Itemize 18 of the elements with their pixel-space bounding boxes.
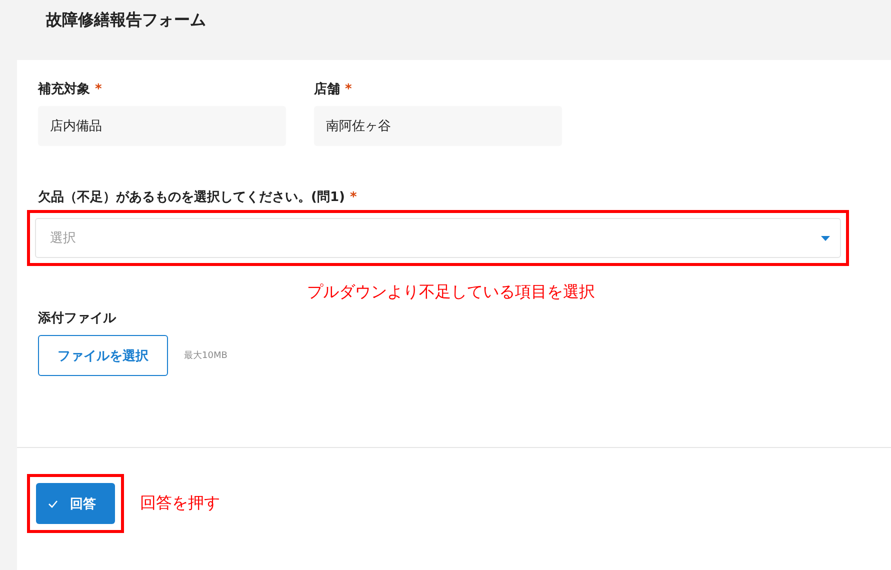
required-mark: * <box>345 82 352 96</box>
caret-icon <box>821 236 830 240</box>
readonly-field: 南阿佐ヶ谷 <box>314 106 562 146</box>
file-size-hint: 最大10MB <box>184 350 228 362</box>
required-mark: * <box>95 82 102 96</box>
annotation-note: 回答を押す <box>140 493 220 514</box>
required-mark: * <box>350 190 357 204</box>
attachment-label: 添付ファイル <box>38 310 116 327</box>
form-title: 故障修繕報告フォーム <box>44 9 207 31</box>
field-label: 補充対象 <box>38 80 90 98</box>
readonly-field: 店内備品 <box>38 106 286 146</box>
check-icon <box>48 500 58 508</box>
field-label: 店舗 <box>314 80 340 98</box>
question-label: 欠品（不足）があるものを選択してください。(問1) <box>38 189 345 206</box>
choose-file-button[interactable]: ファイルを選択 <box>38 335 168 376</box>
select-dropdown[interactable]: 選択 <box>35 218 841 258</box>
submit-button[interactable]: 回答 <box>36 483 115 524</box>
annotation-note: プルダウンより不足している項目を選択 <box>307 282 596 303</box>
